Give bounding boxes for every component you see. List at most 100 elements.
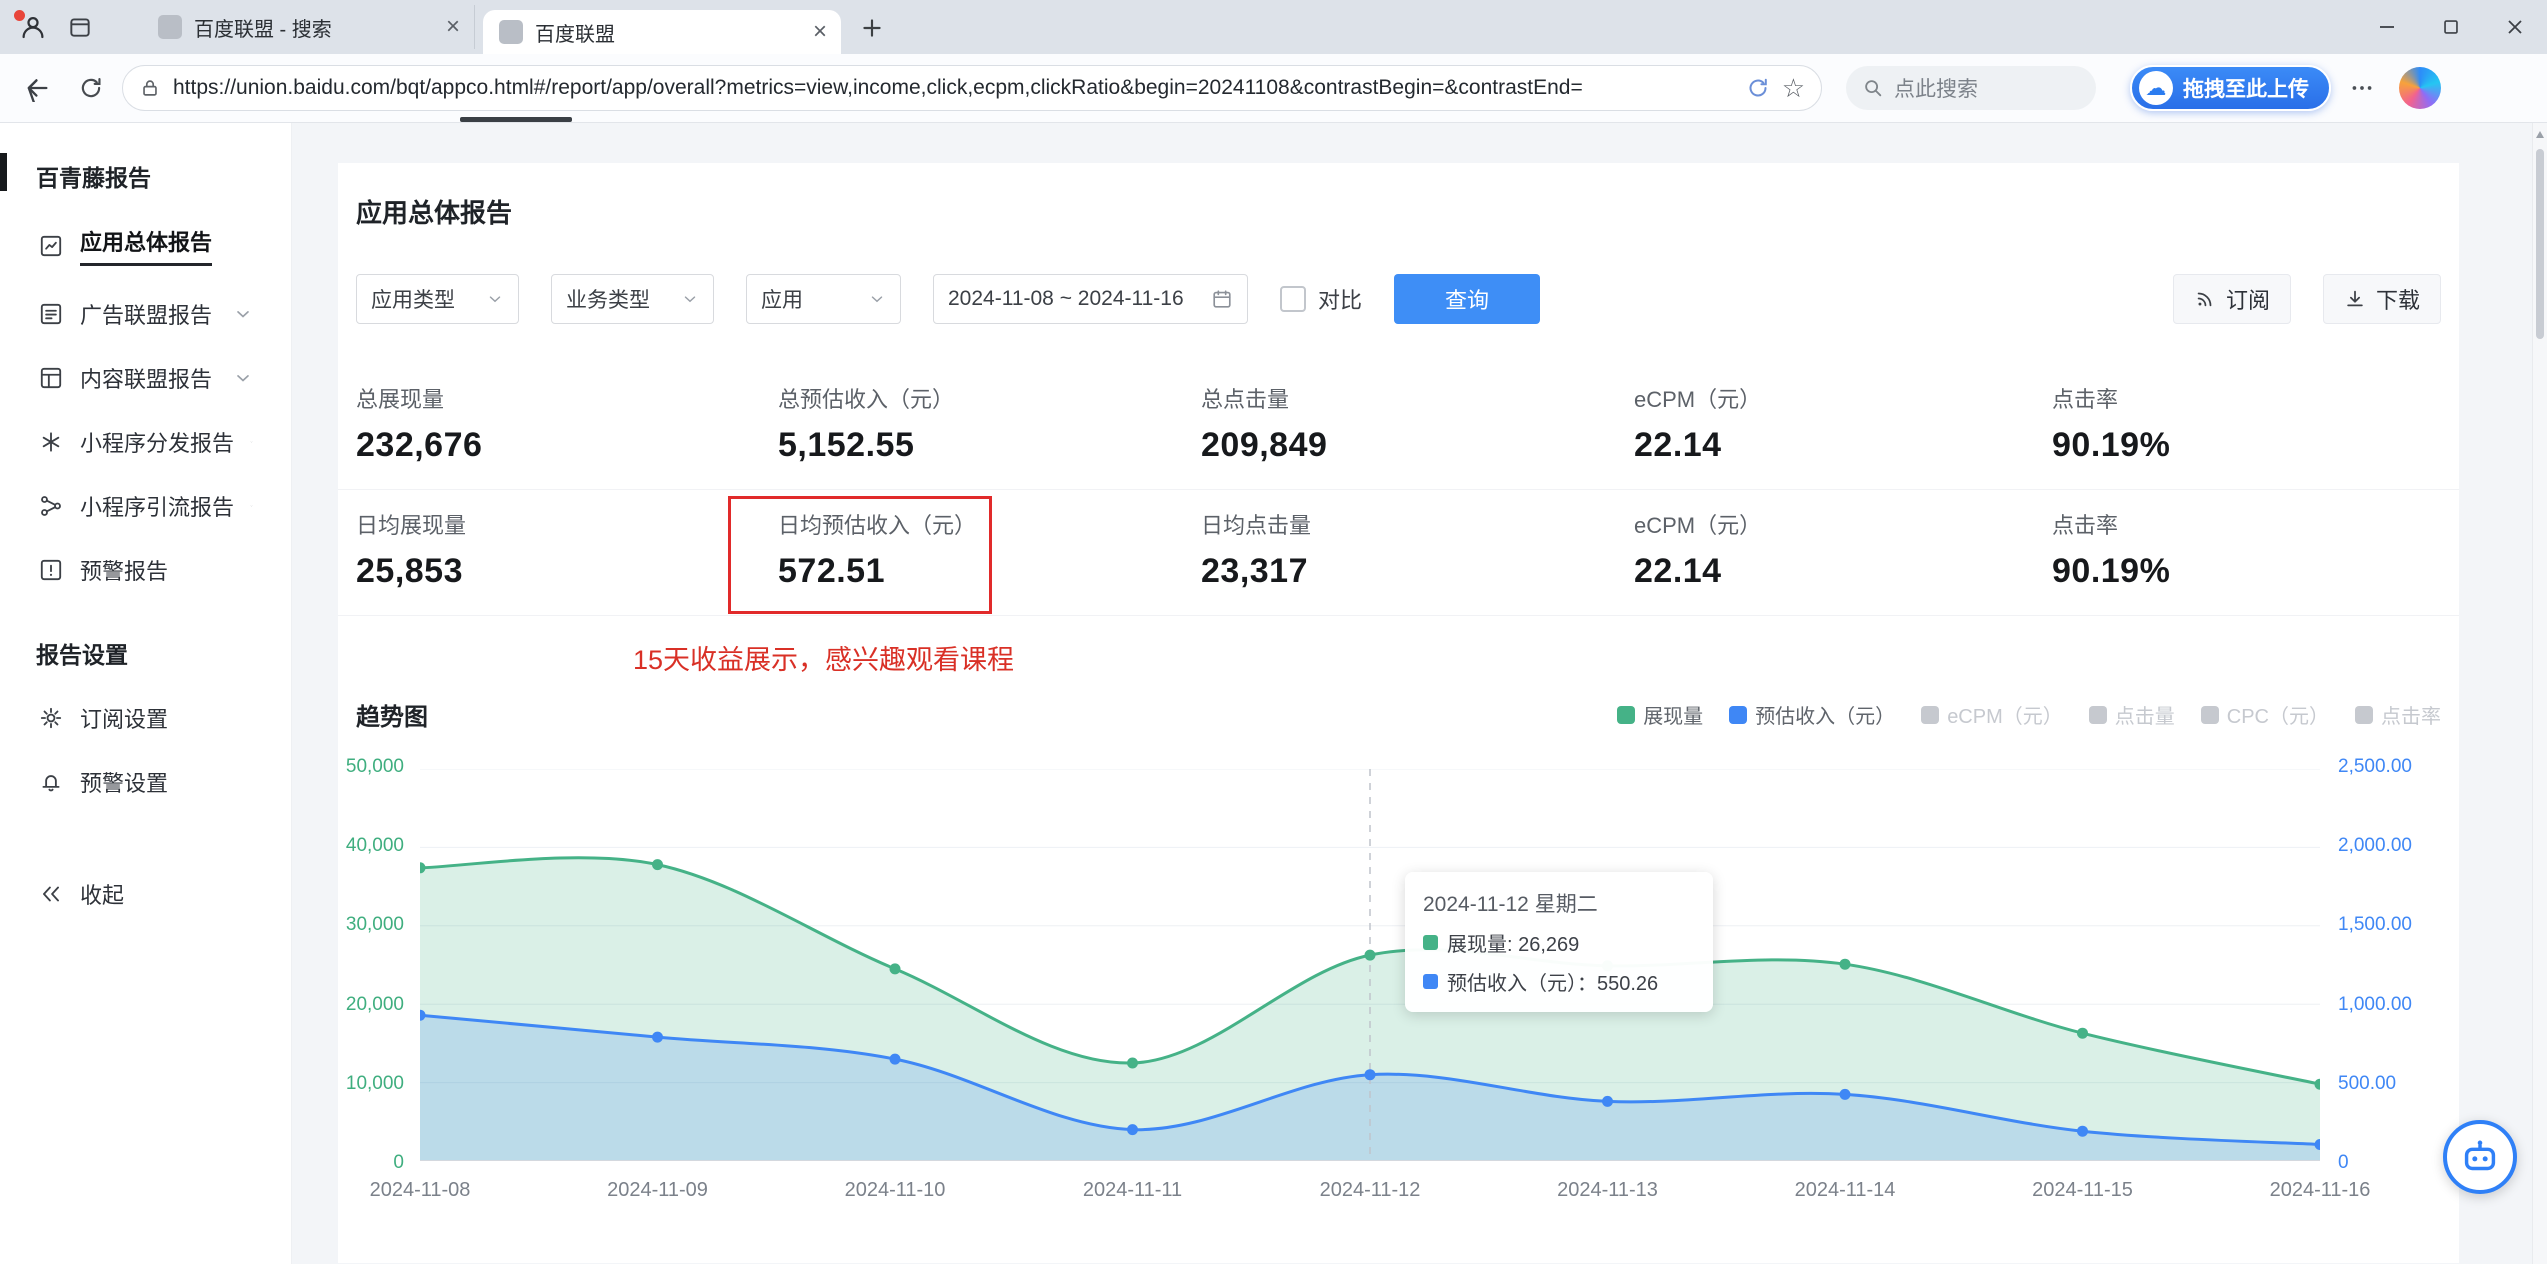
- legend-item-cpc[interactable]: CPC（元）: [2200, 700, 2329, 729]
- chart-plot-area[interactable]: [420, 769, 2320, 1161]
- sidebar-item-miniapp-referral-report[interactable]: 小程序引流报告: [0, 474, 291, 538]
- legend-swatch: [2355, 705, 2373, 724]
- search-box[interactable]: 点此搜索: [1846, 66, 2096, 110]
- biz-type-select[interactable]: 业务类型: [551, 274, 714, 324]
- tooltip-row-impressions: 展现量: 26,269: [1423, 928, 1695, 957]
- page-scrollbar[interactable]: [2532, 123, 2547, 1264]
- download-icon: [2347, 290, 2363, 307]
- legend-item-ecpm[interactable]: eCPM（元）: [1921, 700, 2063, 729]
- content-report-icon: [40, 367, 62, 389]
- stat-ctr: 点击率 90.19%: [2052, 387, 2171, 464]
- stat-daily-clicks: 日均点击量 23,317: [1201, 513, 1312, 590]
- chart-legend: 展现量 预估收入（元） eCPM（元） 点击量 CPC（元） 点击率: [1617, 700, 2441, 729]
- stats-summary: 总展现量 232,676 总预估收入（元） 5,152.55 总点击量 209,…: [338, 364, 2459, 616]
- more-dots-icon: [2352, 86, 2372, 90]
- x-axis-labels: 2024-11-08 2024-11-09 2024-11-10 2024-11…: [369, 1179, 2371, 1201]
- chevron-down-icon: [250, 505, 253, 507]
- legend-swatch: [2088, 705, 2107, 724]
- legend-item-income[interactable]: 预估收入（元）: [1729, 700, 1895, 729]
- copilot-icon[interactable]: [2399, 67, 2441, 109]
- stat-total-impressions: 总展现量 232,676: [356, 387, 483, 464]
- report-chart-icon: [40, 235, 62, 256]
- tab-baidu-union-search[interactable]: 百度联盟 - 搜索 ×: [142, 5, 475, 49]
- scrollbar-thumb[interactable]: [2536, 149, 2544, 339]
- workspaces-button[interactable]: [62, 9, 98, 45]
- browser-menu-button[interactable]: [2339, 65, 2385, 111]
- chart-tooltip: 2024-11-12 星期二 展现量: 26,269 预估收入（元）：550.2…: [1405, 872, 1713, 1012]
- url-focus-underline: [460, 117, 572, 122]
- browser-window: 百度联盟 - 搜索 × 百度联盟 × https://union.baidu.c…: [0, 0, 2547, 1264]
- subscribe-button[interactable]: 订阅: [2172, 274, 2291, 324]
- maximize-button[interactable]: [2419, 0, 2483, 54]
- refresh-button[interactable]: [68, 65, 114, 111]
- sidebar-item-alert-report[interactable]: 预警报告: [0, 538, 291, 602]
- plus-icon: [863, 19, 881, 37]
- address-bar[interactable]: https://union.baidu.com/bqt/appco.html#/…: [122, 65, 1822, 111]
- gear-icon: [40, 707, 62, 729]
- sync-icon[interactable]: [1746, 76, 1770, 100]
- stat-ecpm: eCPM（元） 22.14: [1634, 387, 1762, 464]
- sidebar-section-reports: 百青藤报告: [0, 151, 291, 209]
- stats-row-daily: 日均展现量 25,853 日均预估收入（元） 572.51 日均点击量 23,3…: [338, 490, 2459, 616]
- legend-swatch: [1729, 705, 1748, 724]
- sidebar-item-app-overall-report[interactable]: 应用总体报告: [0, 209, 291, 282]
- miniapp-icon: [42, 432, 60, 452]
- filter-row: 应用类型 业务类型 应用 2024-11-08 ~ 2024-11-16 对比 …: [356, 274, 2441, 324]
- tab-title: 百度联盟: [535, 23, 615, 46]
- compare-checkbox[interactable]: [1280, 286, 1306, 312]
- chevron-down-icon: [871, 296, 883, 303]
- rss-icon: [2197, 292, 2212, 307]
- legend-swatch: [2200, 705, 2219, 724]
- app-type-select[interactable]: 应用类型: [356, 274, 519, 324]
- sidebar-section-settings: 报告设置: [36, 642, 128, 668]
- legend-item-ctr[interactable]: 点击率: [2355, 700, 2441, 729]
- tooltip-swatch: [1423, 935, 1438, 950]
- scrollbar-up-arrow-icon[interactable]: [2536, 131, 2544, 138]
- stat-total-clicks: 总点击量 209,849: [1201, 387, 1328, 464]
- tab-close-icon[interactable]: ×: [813, 20, 827, 44]
- sidebar-item-content-union-report[interactable]: 内容联盟报告: [0, 346, 291, 410]
- chevron-down-icon: [237, 311, 249, 318]
- drag-upload-button[interactable]: ☁ 拖拽至此上传: [2130, 65, 2331, 111]
- tab-baidu-union[interactable]: 百度联盟 ×: [483, 10, 841, 54]
- sidebar-item-subscription-settings[interactable]: 订阅设置: [0, 686, 291, 750]
- share-icon: [41, 496, 61, 516]
- legend-item-impressions[interactable]: 展现量: [1617, 700, 1703, 729]
- assistant-bot-button[interactable]: [2443, 1120, 2517, 1194]
- sidebar-collapse-button[interactable]: 收起: [0, 862, 291, 926]
- tab-close-icon[interactable]: ×: [446, 15, 460, 39]
- stat-total-income: 总预估收入（元） 5,152.55: [778, 387, 955, 464]
- chart-title: 趋势图: [356, 704, 428, 731]
- collapse-arrows-icon: [43, 886, 59, 902]
- search-icon: [1865, 80, 1882, 97]
- sidebar-item-ad-union-report[interactable]: 广告联盟报告: [0, 282, 291, 346]
- search-placeholder: 点此搜索: [1894, 78, 1978, 101]
- chevron-down-icon: [489, 296, 501, 303]
- new-tab-button[interactable]: [859, 15, 885, 46]
- alert-report-icon: [40, 559, 62, 581]
- browser-navbar: https://union.baidu.com/bqt/appco.html#/…: [0, 54, 2547, 123]
- url-text[interactable]: https://union.baidu.com/bqt/appco.html#/…: [173, 76, 1734, 100]
- favorite-star-icon[interactable]: ☆: [1782, 75, 1805, 101]
- compare-option[interactable]: 对比: [1280, 283, 1362, 315]
- page-content: 百青藤报告 应用总体报告 广告联盟报告 内容联盟报告 小程序分发报告 小程序引流…: [0, 123, 2533, 1264]
- page-title: 应用总体报告: [356, 198, 513, 228]
- bell-icon: [42, 775, 60, 792]
- sidebar-item-alert-settings[interactable]: 预警设置: [0, 750, 291, 814]
- query-button[interactable]: 查询: [1394, 274, 1541, 324]
- sidebar-item-miniapp-distribution-report[interactable]: 小程序分发报告: [0, 410, 291, 474]
- app-select[interactable]: 应用: [746, 274, 901, 324]
- close-button[interactable]: [2483, 0, 2547, 54]
- minimize-button[interactable]: [2355, 0, 2419, 54]
- legend-item-clicks[interactable]: 点击量: [2088, 700, 2175, 729]
- stat-ctr: 点击率 90.19%: [2052, 513, 2171, 590]
- robot-icon: [2464, 1140, 2496, 1171]
- download-button[interactable]: 下载: [2322, 274, 2441, 324]
- back-button[interactable]: [14, 65, 60, 111]
- stat-ecpm: eCPM（元） 22.14: [1634, 513, 1762, 590]
- trend-chart[interactable]: 50,000 40,000 30,000 20,000 10,000 0 2,5…: [338, 736, 2459, 1256]
- profile-avatar[interactable]: [12, 8, 52, 46]
- date-range-picker[interactable]: 2024-11-08 ~ 2024-11-16: [933, 274, 1248, 324]
- section-marker: [0, 153, 7, 191]
